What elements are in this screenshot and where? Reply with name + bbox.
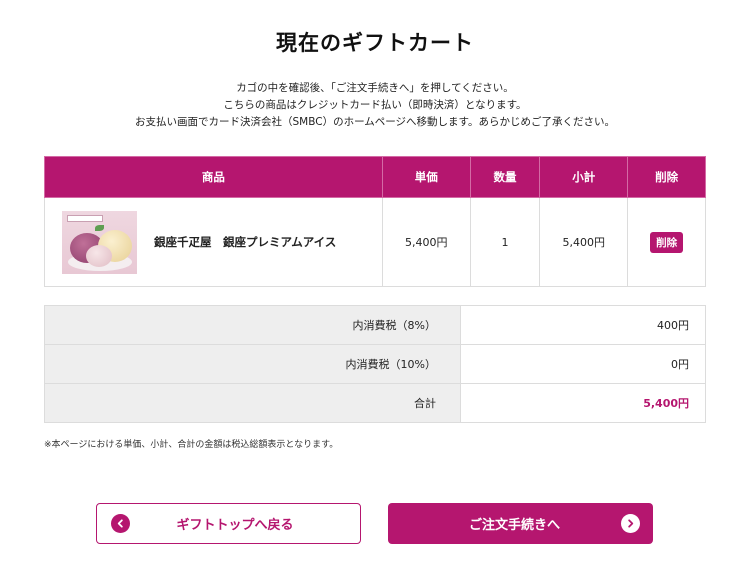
total-value: 5,400円 bbox=[460, 383, 706, 423]
header-subtotal: 小計 bbox=[539, 156, 629, 198]
ice-cream-scoop bbox=[86, 244, 112, 267]
unit-price-cell: 5,400円 bbox=[381, 197, 471, 287]
product-name[interactable]: 銀座千疋屋 銀座プレミアムアイス bbox=[154, 234, 336, 250]
subtotal-cell: 5,400円 bbox=[539, 197, 629, 287]
summary-value: 400円 bbox=[460, 305, 706, 345]
chevron-right-icon bbox=[621, 514, 640, 533]
page-title: 現在のギフトカート bbox=[276, 31, 474, 55]
table-row: 銀座千疋屋 銀座プレミアムアイス 5,400円 1 5,400円 削除 bbox=[44, 197, 706, 287]
cart-table: 商品 単価 数量 小計 削除 銀座千疋屋 銀座プレミアムアイス 5,400円 1… bbox=[44, 156, 706, 287]
header-quantity: 数量 bbox=[469, 156, 541, 198]
intro-text: カゴの中を確認後、「ご注文手続きへ」を押してください。 こちらの商品はクレジット… bbox=[0, 80, 750, 131]
intro-line: お支払い画面でカード決済会社（SMBC）のホームページへ移動します。あらかじめご… bbox=[135, 116, 615, 128]
summary-row-tax-10: 内消費税（10%） 0円 bbox=[44, 344, 706, 384]
brand-label-icon bbox=[67, 214, 103, 222]
summary-label: 内消費税（10%） bbox=[44, 344, 461, 384]
summary-label: 内消費税（8%） bbox=[44, 305, 461, 345]
header-delete: 削除 bbox=[627, 156, 706, 198]
summary-value: 0円 bbox=[460, 344, 706, 384]
header-unit-price: 単価 bbox=[381, 156, 471, 198]
mint-leaf-icon bbox=[95, 224, 104, 231]
quantity-cell: 1 bbox=[469, 197, 541, 287]
delete-button[interactable]: 削除 bbox=[650, 231, 684, 253]
proceed-to-checkout-button[interactable]: ご注文手続きへ bbox=[388, 503, 653, 544]
back-button-label: ギフトトップへ戻る bbox=[176, 518, 294, 533]
summary-row-total: 合計 5,400円 bbox=[44, 383, 706, 423]
back-to-gift-top-button[interactable]: ギフトトップへ戻る bbox=[96, 503, 361, 544]
summary-row-tax-8: 内消費税（8%） 400円 bbox=[44, 305, 706, 345]
tax-note: ※本ページにおける単価、小計、合計の金額は税込総額表示となります。 bbox=[44, 440, 339, 450]
chevron-left-icon bbox=[111, 514, 130, 533]
product-cell: 銀座千疋屋 銀座プレミアムアイス bbox=[44, 197, 383, 287]
delete-cell: 削除 bbox=[627, 197, 706, 287]
summary-table: 内消費税（8%） 400円 内消費税（10%） 0円 合計 5,400円 bbox=[44, 305, 706, 423]
intro-line: カゴの中を確認後、「ご注文手続きへ」を押してください。 bbox=[236, 82, 514, 94]
summary-label: 合計 bbox=[44, 383, 461, 423]
next-button-label: ご注文手続きへ bbox=[468, 518, 560, 533]
header-product: 商品 bbox=[44, 156, 383, 198]
cart-header-row: 商品 単価 数量 小計 削除 bbox=[44, 156, 706, 198]
intro-line: こちらの商品はクレジットカード払い（即時決済）となります。 bbox=[223, 99, 527, 111]
product-thumbnail[interactable] bbox=[62, 210, 137, 274]
